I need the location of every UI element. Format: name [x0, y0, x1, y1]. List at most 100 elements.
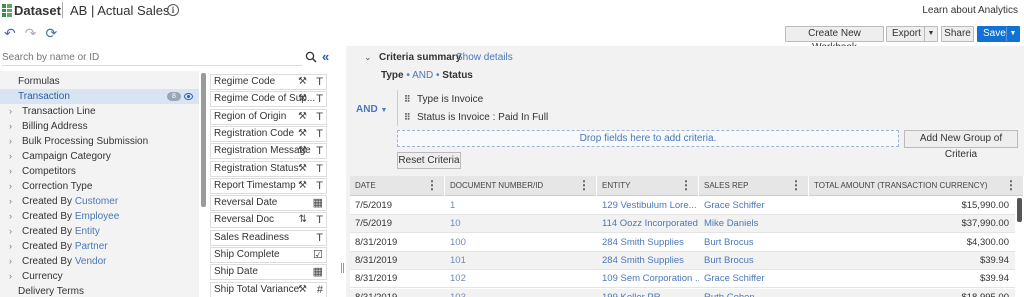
tree-item[interactable]: Formulas — [0, 74, 199, 89]
field-item[interactable]: Ship Total Variance ⚒ # — [210, 281, 327, 297]
table-cell[interactable]: Mike Daniels — [699, 215, 809, 233]
field-item[interactable]: Regime Code ⚒ T — [210, 74, 327, 90]
show-details-link[interactable]: Show details — [456, 52, 513, 63]
undo-icon[interactable]: ↶ — [4, 25, 16, 41]
field-item[interactable]: Report Timestamp ⚒ T — [210, 177, 327, 194]
table-scrollbar[interactable] — [1017, 198, 1022, 222]
chevron-right-icon[interactable]: › — [9, 209, 12, 224]
tree-item[interactable]: › Created By Employee — [0, 209, 199, 224]
learn-analytics-link[interactable]: Learn about Analytics — [922, 5, 1018, 16]
and-operator-dropdown[interactable]: AND ▼ — [356, 104, 387, 115]
tree-item[interactable]: › Bulk Processing Submission — [0, 134, 199, 149]
export-dropdown-icon[interactable]: ▼ — [924, 27, 937, 41]
save-button[interactable]: Save ▼ — [977, 26, 1020, 42]
create-workbook-button[interactable]: Create New Workbook — [785, 26, 884, 53]
chevron-down-icon[interactable]: ⌄ — [364, 52, 372, 63]
tree-item[interactable]: › Created By Partner — [0, 239, 199, 254]
drag-handle-icon[interactable]: ⠿ — [404, 109, 411, 126]
tree-item[interactable]: › Created By Customer — [0, 194, 199, 209]
field-item[interactable]: Reversal Date ▦ — [210, 195, 327, 212]
tree-item[interactable]: › Created By Vendor — [0, 254, 199, 269]
field-item[interactable]: Ship Date ▦ — [210, 264, 327, 281]
table-cell[interactable]: Grace Schiffer — [699, 197, 809, 215]
table-cell[interactable]: Ruth Cohen — [699, 289, 809, 297]
table-cell[interactable]: 129 Vestibulum Lore... — [597, 197, 699, 215]
tree-item[interactable]: › Billing Address — [0, 119, 199, 134]
table-cell[interactable]: Burt Brocus — [699, 252, 809, 270]
add-criteria-group-button[interactable]: Add New Group of Criteria — [904, 130, 1018, 160]
column-header[interactable]: TOTAL AMOUNT (TRANSACTION CURRENCY) ⋮ — [809, 176, 1024, 196]
chevron-right-icon[interactable]: › — [9, 269, 12, 284]
field-item[interactable]: Sales Readiness T — [210, 229, 327, 246]
column-header[interactable]: ENTITY ⋮ — [597, 176, 699, 196]
column-menu-icon[interactable]: ⋮ — [1005, 176, 1017, 194]
column-header[interactable]: DOCUMENT NUMBER/ID ⋮ — [445, 176, 597, 196]
tree-item[interactable]: › Competitors — [0, 164, 199, 179]
table-row[interactable]: 7/5/2019 1 129 Vestibulum Lore... Grace Sch… — [350, 197, 1015, 215]
table-row[interactable]: 7/5/2019 10 114 Oozz Incorporated Mike Dani… — [350, 215, 1015, 234]
table-cell[interactable]: 284 Smith Supplies — [597, 234, 699, 252]
field-item[interactable]: Reversal Doc ⇅ T — [210, 212, 327, 229]
tree-item[interactable]: › Created By Entity — [0, 224, 199, 239]
chevron-right-icon[interactable]: › — [9, 224, 12, 239]
export-button[interactable]: Export ▼ — [886, 26, 938, 42]
field-item[interactable]: Regime Code of Sup... ⚒ T — [210, 91, 327, 108]
reset-criteria-button[interactable]: Reset Criteria — [397, 152, 461, 169]
table-cell: 8/31/2019 — [355, 291, 398, 297]
panel-splitter-handle[interactable] — [341, 263, 344, 273]
drag-handle-icon[interactable]: ⠿ — [404, 91, 411, 108]
field-item[interactable]: Registration Code ⚒ T — [210, 125, 327, 142]
table-cell[interactable]: 284 Smith Supplies — [597, 252, 699, 270]
table-row[interactable]: 8/31/2019 102 109 Sem Corporation ... Grace… — [350, 270, 1015, 289]
chevron-right-icon[interactable]: › — [9, 194, 12, 209]
info-icon[interactable]: i — [167, 4, 179, 16]
table-row[interactable]: 8/31/2019 100 284 Smith Supplies Burt Brocu… — [350, 234, 1015, 252]
redo-icon[interactable]: ↷ — [25, 25, 37, 41]
table-row[interactable]: 8/31/2019 103 199 Keller PR Ruth Cohen $18,9… — [350, 288, 1015, 297]
table-cell[interactable]: 199 Keller PR — [597, 289, 699, 297]
table-cell[interactable]: Grace Schiffer — [699, 270, 809, 288]
field-label: Registration Code — [214, 127, 295, 139]
table-cell[interactable]: Burt Brocus — [699, 234, 809, 252]
tree-scrollbar[interactable] — [201, 73, 206, 207]
collapse-panel-icon[interactable]: « — [322, 49, 329, 64]
search-input[interactable] — [2, 50, 302, 66]
chevron-right-icon[interactable]: › — [9, 149, 12, 164]
share-button[interactable]: Share — [941, 26, 974, 42]
column-menu-icon[interactable]: ⋮ — [680, 176, 692, 194]
chevron-right-icon[interactable]: › — [9, 254, 12, 269]
chevron-right-icon[interactable]: › — [9, 164, 12, 179]
criterion-row[interactable]: ⠿ Status is Invoice : Paid In Full — [397, 109, 1018, 126]
field-item[interactable]: Registration Message ⚒ T — [210, 143, 327, 160]
column-menu-icon[interactable]: ⋮ — [426, 176, 438, 194]
field-item[interactable]: Registration Status ⚒ T — [210, 160, 327, 177]
tree-item[interactable]: › Transaction Line — [0, 104, 199, 119]
tree-item[interactable]: › Correction Type — [0, 179, 199, 194]
criteria-drop-zone[interactable]: Drop fields here to add criteria. — [397, 130, 899, 147]
tree-item[interactable]: › Currency — [0, 269, 199, 284]
tree-item[interactable]: Transaction 8 — [0, 89, 199, 104]
field-item[interactable]: Ship Complete ☑ — [210, 247, 327, 263]
field-label: Registration Status — [214, 162, 299, 174]
chevron-right-icon[interactable]: › — [9, 179, 12, 194]
tree-item[interactable]: › Campaign Category — [0, 149, 199, 164]
save-dropdown-icon[interactable]: ▼ — [1006, 27, 1019, 41]
field-item[interactable]: Region of Origin ⚒ T — [210, 108, 327, 125]
column-menu-icon[interactable]: ⋮ — [578, 176, 590, 194]
chevron-right-icon[interactable]: › — [9, 104, 12, 119]
column-menu-icon[interactable]: ⋮ — [790, 176, 802, 194]
refresh-icon[interactable]: ⟳ — [45, 25, 57, 41]
tree-item[interactable]: Delivery Terms — [0, 284, 199, 297]
search-icon[interactable] — [305, 51, 317, 63]
chevron-right-icon[interactable]: › — [9, 239, 12, 254]
table-row[interactable]: 8/31/2019 101 284 Smith Supplies Burt Brocu… — [350, 251, 1015, 270]
column-header[interactable]: SALES REP ⋮ — [699, 176, 809, 196]
chevron-right-icon[interactable]: › — [9, 134, 12, 149]
column-header[interactable]: DATE ⋮ — [350, 176, 445, 196]
chevron-right-icon[interactable]: › — [9, 119, 12, 134]
eye-icon[interactable] — [184, 93, 193, 100]
table-cell[interactable]: 109 Sem Corporation ... — [597, 270, 699, 288]
criterion-row[interactable]: ⠿ Type is Invoice — [397, 91, 1018, 108]
criteria-summary-title[interactable]: Criteria summary — [379, 52, 461, 63]
table-cell[interactable]: 114 Oozz Incorporated — [597, 215, 699, 233]
